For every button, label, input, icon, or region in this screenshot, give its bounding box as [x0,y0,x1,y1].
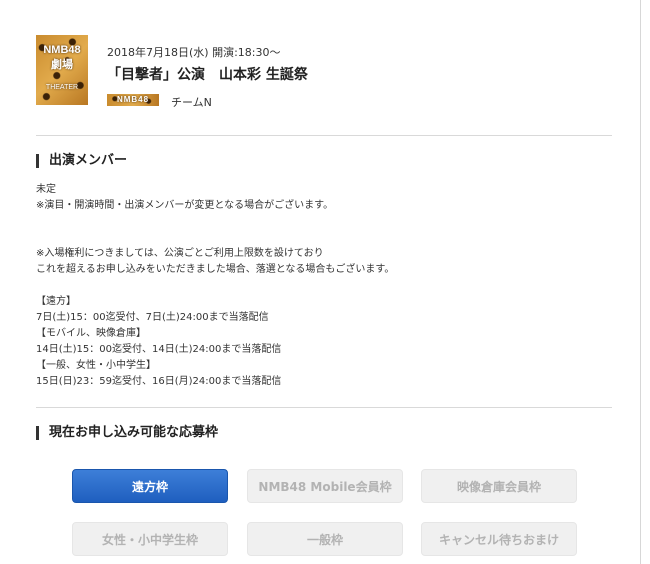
entry-notice-line: ※入場権利につきましては、公演ごとご利用上限数を設けており [36,248,324,259]
schedule-label: 【遠方】 [36,296,76,307]
change-notice: ※演目・開演時間・出演メンバーが変更となる場合がございます。 [36,200,334,211]
entry-notice-line: これを超えるお申し込みをいただきました場合、落選となる場合もございます。 [36,264,395,275]
schedule-label: 【一般、女性・小中学生】 [36,360,156,371]
event-date-time: 2018年7月18日(水) 開演:18:30～ [107,46,281,59]
remote-slot-button[interactable]: 遠方枠 [72,469,228,503]
divider [36,135,612,136]
members-heading: 出演メンバー [36,154,127,168]
general-slot-button[interactable]: 一般枠 [247,522,403,556]
schedule-detail: 7日(土)15：00迄受付、7日(土)24:00まで当落配信 [36,312,269,323]
cancel-waitlist-button[interactable]: キャンセル待ちおまけ [421,522,577,556]
application-heading: 現在お申し込み可能な応募枠 [36,426,218,440]
schedule-detail: 14日(土)15：00迄受付、14日(土)24:00まで当落配信 [36,344,282,355]
video-archive-slot-button[interactable]: 映像倉庫会員枠 [421,469,577,503]
schedule-label: 【モバイル、映像倉庫】 [36,328,146,339]
event-title: 「目撃者」公演 山本彩 生誕祭 [107,67,308,83]
schedule-detail: 15日(日)23：59迄受付、16日(月)24:00まで当落配信 [36,376,282,387]
logo-text-brand: NMB48 [43,44,81,56]
mobile-member-slot-button[interactable]: NMB48 Mobile会員枠 [247,469,403,503]
logo-text-theater-jp: 劇場 [51,58,73,71]
theater-logo: NMB48 劇場 THEATER [36,35,88,105]
team-name: チームN [171,96,212,109]
event-detail-panel: NMB48 劇場 THEATER 2018年7月18日(水) 開演:18:30～… [0,0,641,564]
logo-text-theater-en: THEATER [45,84,79,91]
members-notes: 未定 ※演目・開演時間・出演メンバーが変更となる場合がございます。 ※入場権利に… [36,182,596,390]
divider [36,407,612,408]
women-students-slot-button[interactable]: 女性・小中学生枠 [72,522,228,556]
members-status: 未定 [36,184,56,195]
team-badge: NMB48 [107,94,159,106]
